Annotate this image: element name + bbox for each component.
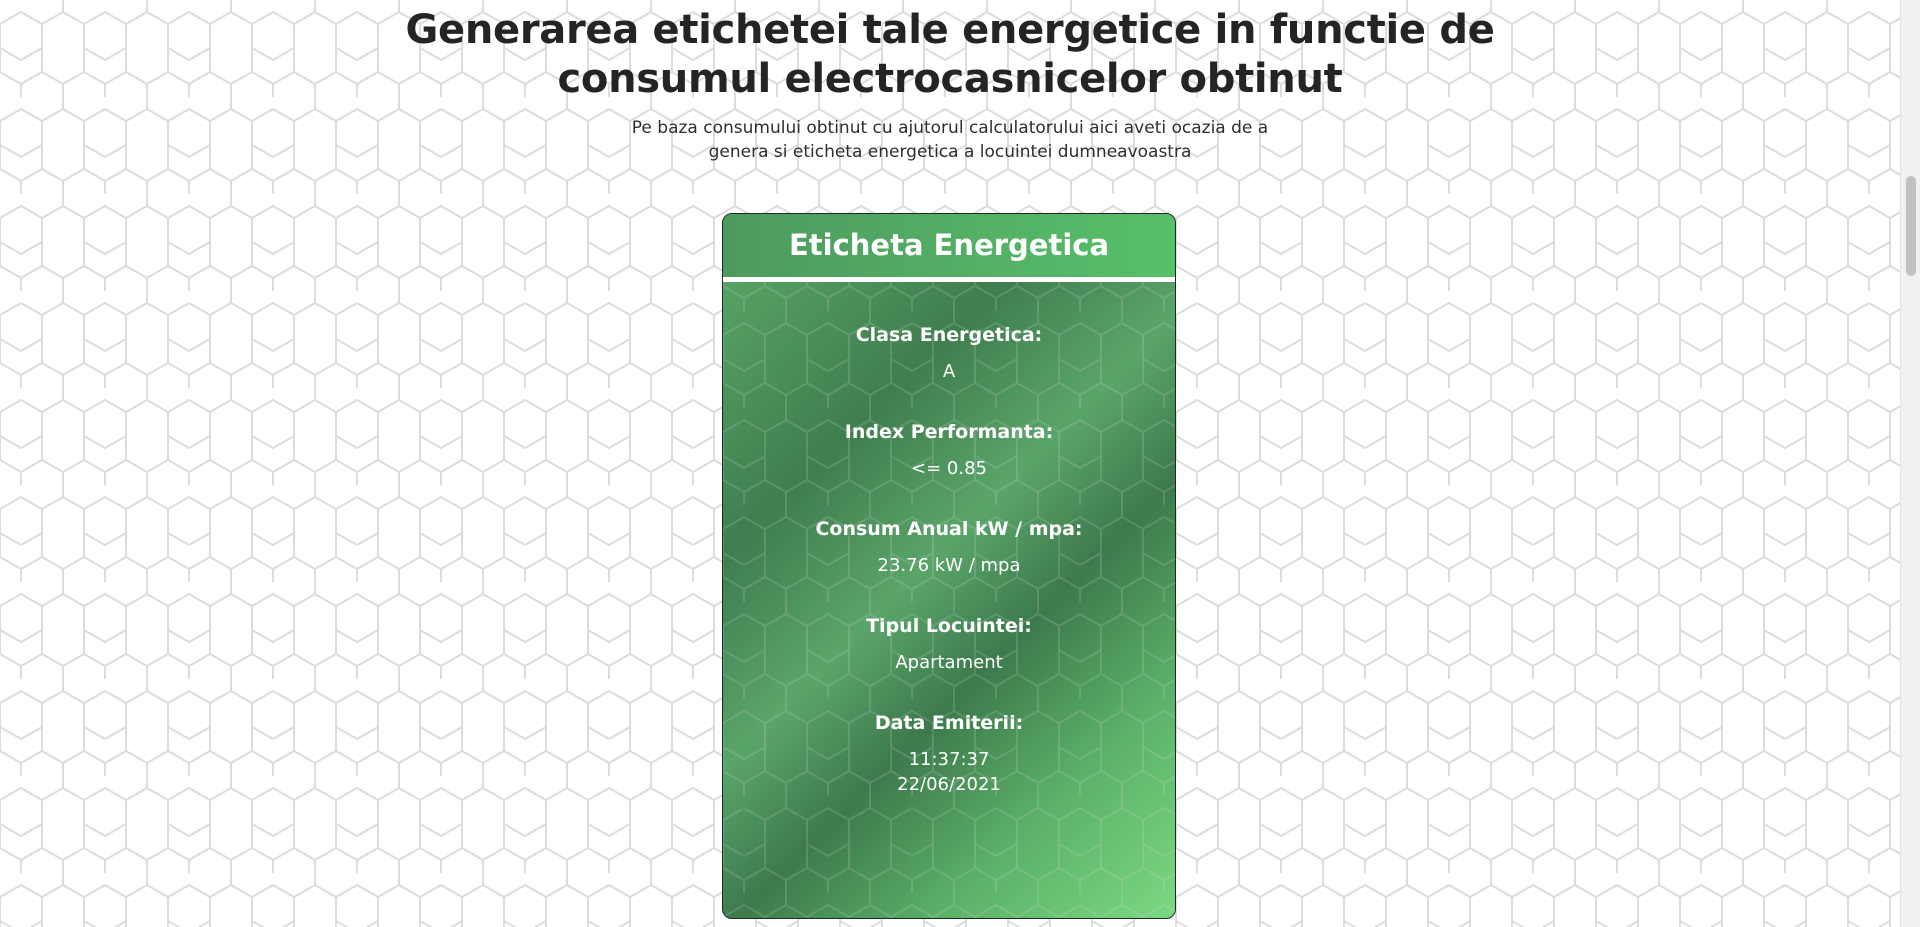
page-subtitle: Pe baza consumului obtinut cu ajutorul c… <box>631 118 1269 162</box>
energy-label-heading: Eticheta Energetica <box>723 214 1175 277</box>
issue-time: 11:37:37 <box>908 749 990 770</box>
issue-date: 22/06/2021 <box>897 774 1001 795</box>
field-label: Consum Anual kW / mpa: <box>815 518 1083 540</box>
field-value: <= 0.85 <box>911 458 987 479</box>
field-value: A <box>942 361 956 382</box>
page-title: Generarea etichetei tale energetice in f… <box>405 7 1495 102</box>
energy-label-body: Clasa Energetica: A Index Performanta: <… <box>723 282 1175 797</box>
field-label: Index Performanta: <box>844 421 1054 443</box>
field-value: 23.76 kW / mpa <box>877 555 1021 576</box>
vertical-scrollbar[interactable] <box>1900 0 1920 927</box>
field-label: Clasa Energetica: <box>855 324 1043 346</box>
field-label: Tipul Locuintei: <box>866 615 1032 637</box>
field-value: Apartament <box>895 652 1003 673</box>
field-annual-consumption: Consum Anual kW / mpa: 23.76 kW / mpa <box>723 516 1175 578</box>
field-dwelling-type: Tipul Locuintei: Apartament <box>723 613 1175 675</box>
field-label: Data Emiterii: <box>874 712 1024 734</box>
energy-label-card: Eticheta Energetica Clasa Energetica: A … <box>722 213 1176 919</box>
field-energy-class: Clasa Energetica: A <box>723 322 1175 384</box>
main-content: Generarea etichetei tale energetice in f… <box>0 0 1900 927</box>
field-performance-index: Index Performanta: <= 0.85 <box>723 419 1175 481</box>
field-issue-date: Data Emiterii: 11:37:37 22/06/2021 <box>723 710 1175 797</box>
field-value: 11:37:37 22/06/2021 <box>723 747 1175 797</box>
scrollbar-thumb[interactable] <box>1906 176 1916 276</box>
